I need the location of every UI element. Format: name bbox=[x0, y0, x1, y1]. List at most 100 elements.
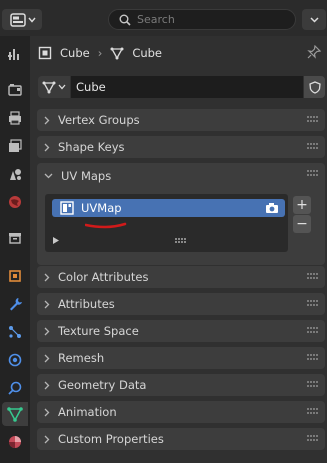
chevron-down-icon bbox=[58, 84, 66, 90]
search-icon bbox=[119, 14, 131, 26]
properties-tab-strip bbox=[0, 36, 30, 463]
panel-label: Color Attributes bbox=[58, 270, 149, 284]
chevron-right-icon bbox=[44, 143, 50, 151]
mesh-data-icon bbox=[42, 81, 56, 94]
red-annotation-underline bbox=[85, 222, 127, 229]
wrench-icon bbox=[10, 298, 22, 311]
tab-render[interactable] bbox=[2, 78, 28, 102]
drag-grip-icon[interactable] bbox=[307, 300, 319, 307]
chevron-right-icon bbox=[44, 300, 50, 308]
chevron-right-icon bbox=[44, 408, 50, 416]
drag-grip-icon[interactable] bbox=[307, 408, 319, 415]
drag-grip-icon[interactable] bbox=[307, 354, 319, 361]
breadcrumb: Cube › Cube bbox=[30, 36, 327, 70]
options-dropdown-button[interactable] bbox=[302, 9, 326, 30]
chevron-right-icon bbox=[44, 381, 50, 389]
panel-label: Remesh bbox=[58, 351, 105, 365]
tab-physics[interactable] bbox=[2, 348, 28, 372]
particles-icon bbox=[9, 326, 21, 338]
tab-collection[interactable] bbox=[2, 226, 28, 250]
drag-grip-icon[interactable] bbox=[307, 170, 319, 177]
chevron-right-icon bbox=[44, 273, 50, 281]
uv-map-list: UVMap bbox=[45, 194, 288, 252]
search-field[interactable]: Search bbox=[108, 9, 296, 30]
render-camera-icon bbox=[8, 84, 22, 96]
tab-output[interactable] bbox=[2, 106, 28, 130]
pin-icon[interactable] bbox=[307, 44, 322, 62]
chevron-down-icon bbox=[309, 16, 319, 23]
panel-label: Custom Properties bbox=[58, 432, 164, 446]
panel-attributes[interactable]: Attributes bbox=[37, 293, 325, 315]
drag-grip-icon[interactable] bbox=[307, 435, 319, 442]
fake-user-button[interactable] bbox=[304, 76, 325, 98]
chevron-right-icon bbox=[44, 435, 50, 443]
panel-vertex-groups[interactable]: Vertex Groups bbox=[37, 109, 325, 131]
panel-texture-space[interactable]: Texture Space bbox=[37, 320, 325, 342]
object-icon bbox=[9, 270, 21, 282]
drag-grip-icon[interactable] bbox=[307, 381, 319, 388]
breadcrumb-data-name: Cube bbox=[132, 46, 163, 60]
tab-object-data[interactable] bbox=[2, 402, 28, 426]
remove-uv-map-button[interactable]: − bbox=[293, 215, 311, 233]
shield-icon bbox=[308, 80, 321, 94]
add-uv-map-button[interactable]: + bbox=[293, 196, 311, 214]
breadcrumb-separator: › bbox=[97, 46, 103, 60]
mesh-data-icon bbox=[7, 407, 23, 422]
mesh-name-value: Cube bbox=[76, 80, 106, 94]
panel-color-attributes[interactable]: Color Attributes bbox=[37, 266, 325, 288]
tab-world[interactable] bbox=[2, 190, 28, 214]
physics-icon bbox=[8, 353, 22, 367]
chevron-right-icon bbox=[44, 327, 50, 335]
tab-view-layer[interactable] bbox=[2, 134, 28, 158]
chevron-right-icon bbox=[44, 116, 50, 124]
collection-icon bbox=[9, 233, 21, 244]
tab-modifiers[interactable] bbox=[2, 292, 28, 316]
browse-mesh-button[interactable] bbox=[38, 76, 70, 98]
render-camera-icon[interactable] bbox=[265, 202, 279, 217]
drag-grip-icon[interactable] bbox=[307, 116, 319, 123]
panel-label: Shape Keys bbox=[58, 140, 125, 154]
mesh-name-field[interactable]: Cube bbox=[71, 76, 303, 98]
datablock-selector: Cube bbox=[38, 76, 325, 98]
tab-scene[interactable] bbox=[2, 162, 28, 186]
uv-maps-content: UVMap + − bbox=[37, 188, 325, 265]
tab-constraints[interactable] bbox=[2, 376, 28, 400]
tab-particles[interactable] bbox=[2, 320, 28, 344]
chevron-right-icon bbox=[44, 354, 50, 362]
triangle-right-icon[interactable] bbox=[53, 237, 59, 244]
material-icon bbox=[9, 436, 21, 448]
editor-type-button[interactable] bbox=[2, 9, 42, 30]
panel-custom-properties[interactable]: Custom Properties bbox=[37, 428, 325, 450]
drag-grip-icon[interactable] bbox=[307, 327, 319, 334]
view-layer-icon bbox=[9, 139, 22, 152]
world-icon bbox=[9, 196, 21, 208]
breadcrumb-object-name: Cube bbox=[60, 46, 90, 60]
search-placeholder: Search bbox=[137, 13, 175, 26]
panel-label: Texture Space bbox=[58, 324, 139, 338]
panel-remesh[interactable]: Remesh bbox=[37, 347, 325, 369]
panel-label: Animation bbox=[58, 405, 117, 419]
constraints-icon bbox=[8, 381, 22, 395]
panel-geometry-data[interactable]: Geometry Data bbox=[37, 374, 325, 396]
object-cube-icon bbox=[38, 46, 52, 60]
tab-object[interactable] bbox=[2, 264, 28, 288]
drag-grip-icon[interactable] bbox=[307, 143, 319, 150]
editor-header: Search bbox=[0, 0, 327, 36]
uv-map-name: UVMap bbox=[81, 201, 122, 215]
panel-uv-maps[interactable]: UV Maps bbox=[37, 163, 325, 188]
panel-label: UV Maps bbox=[61, 168, 112, 183]
panel-label: Geometry Data bbox=[58, 378, 147, 392]
uv-map-item[interactable]: UVMap bbox=[52, 199, 285, 217]
mesh-data-icon bbox=[110, 47, 124, 60]
tab-material[interactable] bbox=[2, 430, 28, 454]
panel-shape-keys[interactable]: Shape Keys bbox=[37, 136, 325, 158]
scene-icon bbox=[10, 169, 21, 180]
uv-map-icon bbox=[60, 201, 74, 215]
properties-editor-icon bbox=[10, 12, 26, 27]
panel-animation[interactable]: Animation bbox=[37, 401, 325, 423]
panel-label: Attributes bbox=[58, 297, 115, 311]
tab-tool[interactable] bbox=[2, 42, 28, 66]
drag-grip-icon[interactable] bbox=[307, 273, 319, 280]
list-resize-grip-icon[interactable] bbox=[175, 238, 187, 243]
tool-icon bbox=[8, 49, 19, 60]
